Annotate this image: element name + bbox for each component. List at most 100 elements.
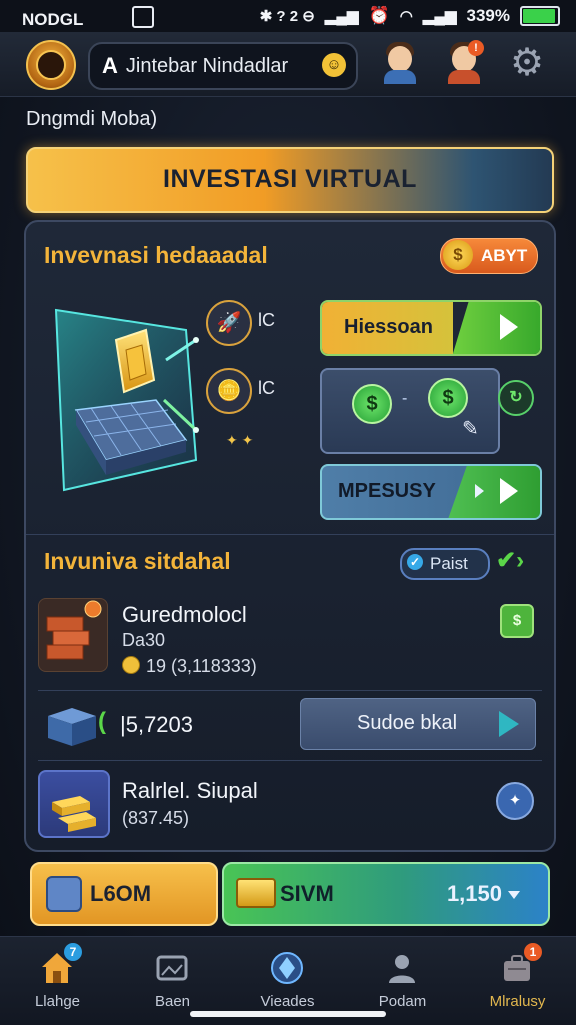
avatar-body: [384, 70, 416, 84]
footer-right-button[interactable]: SIVM 1,150: [222, 862, 550, 926]
exchange-flow-box[interactable]: $ - $ ✎: [320, 368, 500, 454]
top-bar: A Jintebar Nindadlar ☺ ! ⚙: [0, 32, 576, 97]
avatar-face: [388, 46, 412, 72]
home-indicator: [190, 1011, 386, 1017]
investment-illustration: [54, 308, 199, 492]
app-logo[interactable]: [26, 40, 76, 90]
rocket-icon: 🚀: [206, 300, 252, 346]
invest-start-label: Hiessoan: [344, 316, 433, 338]
transfer-label: MPESUSY: [338, 480, 436, 502]
logo-emblem-icon: [36, 50, 66, 80]
banner-label: INVESTASI VIRTUAL: [163, 165, 417, 193]
gold-bar-icon: [236, 878, 276, 908]
signal-icon: ▂▄▆: [324, 8, 359, 25]
item-info-button[interactable]: ✦: [496, 782, 534, 820]
side-stat-value: lC: [258, 378, 275, 398]
status-icons: ✱ ? 2 ⊖ ▂▄▆ ⏰ ◠ ▂▄▆ 339%: [260, 6, 560, 26]
tab-label: Vieades: [260, 993, 315, 1010]
dollar-icon: $: [428, 378, 468, 418]
section-title-investment: Invevnasi hedaaadal: [44, 242, 268, 268]
tab-home[interactable]: 7 Llahge: [0, 937, 115, 1025]
battery-icon: [520, 6, 560, 26]
play-icon: [500, 314, 518, 340]
bracket-icon: (: [98, 708, 106, 735]
section-divider: [26, 534, 554, 535]
tab-more[interactable]: 1 Mlralusy: [460, 937, 575, 1025]
sell-button-label: Sudoe bkal: [357, 712, 458, 734]
tab-label: Podam: [378, 993, 427, 1010]
button-right-fill: [448, 466, 540, 518]
gear-icon[interactable]: ⚙: [510, 44, 544, 82]
item-amount-value: 19 (3,118333): [146, 656, 257, 676]
filter-chip-label: Paist: [430, 554, 468, 573]
search-input[interactable]: A Jintebar Nindadlar ☺: [88, 42, 358, 90]
currency-badge[interactable]: $ ABYT: [440, 238, 538, 274]
side-stat-value: lC: [258, 310, 275, 330]
status-misc-icons: ✱ ? 2 ⊖: [259, 8, 315, 25]
filter-chip[interactable]: ✓ Paist: [400, 548, 490, 580]
coin-icon: [122, 656, 140, 674]
footer-left-button[interactable]: L6OM: [30, 862, 218, 926]
notification-badge: !: [468, 40, 484, 56]
cube-stack-icon: [38, 696, 106, 768]
crystal-icon: [271, 952, 303, 984]
invest-banner-button[interactable]: INVESTASI VIRTUAL: [26, 147, 554, 213]
side-stat-2: 🪙 lC: [206, 368, 296, 414]
currency-badge-label: ABYT: [481, 246, 528, 265]
coin-stack-icon: 🪙: [206, 368, 252, 414]
emoji-icon[interactable]: ☺: [322, 53, 346, 77]
avatar-body: [448, 70, 480, 84]
item-title: Ralrlel. Siupal: [122, 778, 258, 803]
row-divider: [38, 690, 542, 691]
invest-start-button[interactable]: Hiessoan: [320, 300, 542, 356]
sell-button[interactable]: Sudoe bkal: [300, 698, 536, 750]
play-icon: [500, 478, 518, 504]
expand-icon[interactable]: ✔›: [496, 546, 524, 575]
search-text: Jintebar Nindadlar: [125, 54, 289, 77]
carrier-label: NODGL: [22, 6, 154, 30]
transfer-button[interactable]: MPESUSY: [320, 464, 542, 520]
tab-badge: 1: [524, 943, 542, 961]
footer-left-label: L6OM: [90, 881, 152, 906]
refresh-icon[interactable]: ↻: [498, 380, 534, 416]
bricks-icon: [38, 598, 108, 672]
check-icon: ✓: [407, 554, 423, 570]
status-bar: NODGL ✱ ? 2 ⊖ ▂▄▆ ⏰ ◠ ▂▄▆ 339%: [0, 0, 576, 32]
gold-bars-icon: [38, 770, 110, 838]
play-icon: [499, 711, 519, 737]
tab-label: Baen: [154, 993, 191, 1010]
section-title-portfolio: Invuniva sitdahal: [44, 548, 231, 574]
tab-label: Llahge: [34, 993, 81, 1010]
arrow-icon: -: [402, 390, 408, 407]
item-subtitle: Da30: [122, 630, 166, 650]
side-stat-1: 🚀 lC: [206, 300, 296, 346]
signal-icon-2: ▂▄▆: [422, 8, 457, 25]
item-title: Guredmolocl: [122, 602, 247, 627]
user-icon: [389, 955, 415, 983]
sparkle-icon: ✦ ✦: [226, 432, 254, 448]
tab-badge: 7: [64, 943, 82, 961]
coin-icon: $: [443, 240, 473, 270]
wifi-icon: ◠: [399, 8, 413, 25]
profile-avatar[interactable]: [380, 40, 420, 84]
footer-right-label: SIVM: [280, 881, 334, 906]
dollar-icon: $: [352, 384, 392, 424]
search-prefix: A: [102, 53, 118, 78]
row-divider: [38, 760, 542, 761]
item-action-button[interactable]: $: [500, 604, 534, 638]
carrier-text: NODGL: [22, 10, 84, 29]
pen-icon: ✎: [462, 418, 479, 440]
small-play-icon: [475, 484, 484, 498]
item-subtitle: (837.45): [122, 808, 190, 828]
tab-label: Mlralusy: [489, 993, 546, 1010]
cube-icon: [46, 876, 82, 912]
battery-fill: [523, 9, 556, 23]
alarm-icon: ⏰: [368, 6, 390, 25]
item-amount: 19 (3,118333): [122, 656, 257, 677]
item-amount-large: |5,7203: [120, 712, 194, 737]
page-subtitle: Dngmdi Moba): [26, 108, 158, 130]
friend-avatar[interactable]: !: [444, 40, 484, 84]
battery-percent: 339%: [466, 6, 510, 25]
investment-panel: Invevnasi hedaaadal $ ABYT 🚀 lC 🪙 lC ✦ ✦…: [24, 220, 556, 852]
footer-right-value: 1,150: [446, 881, 502, 906]
